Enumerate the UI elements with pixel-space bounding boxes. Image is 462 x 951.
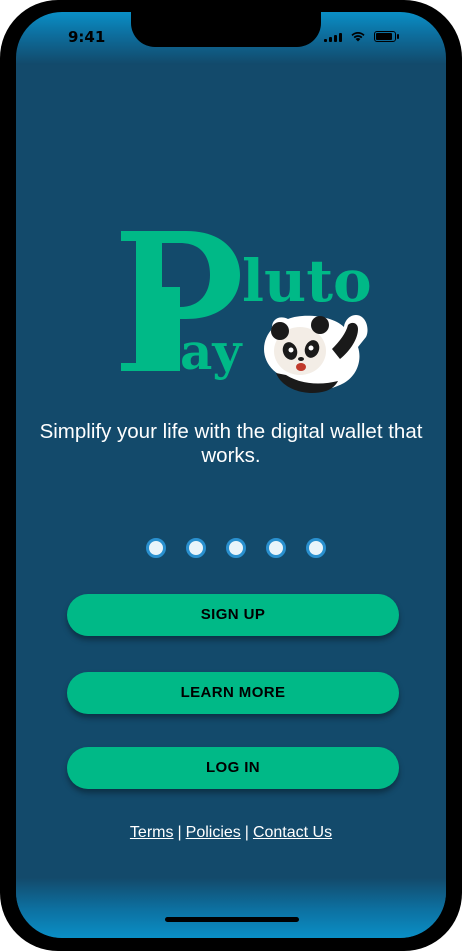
- login-button[interactable]: LOG IN: [67, 747, 399, 789]
- status-icons: [324, 31, 399, 42]
- logo-wordmark-top: luto: [242, 247, 372, 315]
- tagline: Simplify your life with the digital wall…: [39, 420, 423, 467]
- pager-dot[interactable]: [186, 538, 206, 558]
- footer-separator: |: [244, 824, 249, 841]
- onboarding-pager: [146, 538, 326, 558]
- bottom-glow: [16, 878, 446, 938]
- logo-wordmark-bottom: ay: [180, 322, 243, 381]
- pager-dot[interactable]: [146, 538, 166, 558]
- home-indicator[interactable]: [165, 917, 299, 922]
- pager-dot[interactable]: [226, 538, 246, 558]
- pager-dot[interactable]: [266, 538, 286, 558]
- policies-link[interactable]: Policies: [186, 824, 241, 841]
- logo-p-stem: [136, 231, 162, 371]
- pluto-pay-logo: luto ay: [121, 231, 372, 393]
- app-screen: 9:41 luto ay Simplify your life with the…: [16, 12, 446, 938]
- cellular-signal-icon: [324, 32, 342, 42]
- panda-waving-icon: [264, 315, 368, 393]
- signup-button[interactable]: SIGN UP: [67, 594, 399, 636]
- phone-frame: 9:41 luto ay Simplify your life with the…: [0, 0, 462, 951]
- wifi-icon: [351, 32, 365, 42]
- battery-icon: [374, 31, 399, 42]
- footer-links: Terms | Policies | Contact Us: [16, 824, 446, 842]
- status-time: 9:41: [68, 28, 106, 46]
- pager-dot[interactable]: [306, 538, 326, 558]
- device-notch: [131, 12, 321, 47]
- footer-separator: |: [177, 824, 182, 841]
- contact-us-link[interactable]: Contact Us: [253, 824, 332, 841]
- terms-link[interactable]: Terms: [130, 824, 174, 841]
- learn-more-button[interactable]: LEARN MORE: [67, 672, 399, 714]
